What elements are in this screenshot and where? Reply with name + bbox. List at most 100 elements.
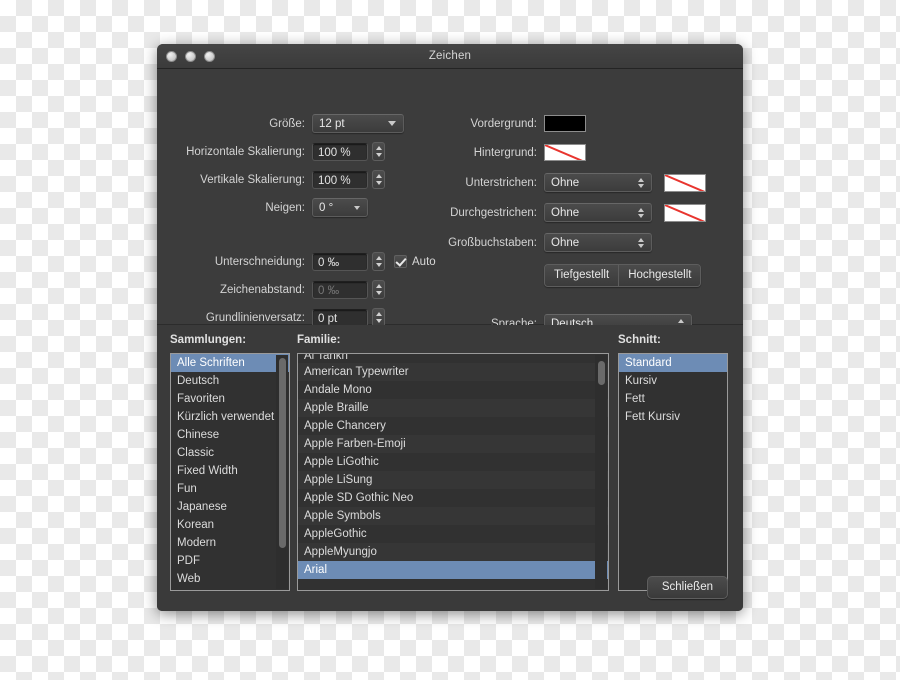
collections-list-item[interactable]: PDF <box>171 552 289 570</box>
typeface-list-item-label: Standard <box>625 357 672 369</box>
superscript-button[interactable]: Hochgestellt <box>618 265 701 286</box>
collections-list[interactable]: Alle Schriften Deutsch Favoriten Kürzlich v… <box>170 353 290 591</box>
family-list-item[interactable]: Apple LiSung <box>298 471 608 489</box>
collections-list-item-label: PDF <box>177 555 200 567</box>
kerning-auto-checkbox-group[interactable]: Auto <box>394 255 436 268</box>
font-browser-panel: Sammlungen: Familie: Schnitt: Alle Schri… <box>157 325 743 611</box>
field-row-tracking: Zeichenabstand: 0 ‰ <box>157 277 442 302</box>
family-list-item[interactable]: Apple Chancery <box>298 417 608 435</box>
typeface-list-item[interactable]: Fett <box>619 390 727 408</box>
stepper-up-icon <box>375 174 382 178</box>
family-list-item[interactable]: American Typewriter <box>298 363 608 381</box>
typeface-list-item-label: Fett Kursiv <box>625 411 680 423</box>
family-list-item-label: Apple SD Gothic Neo <box>304 492 414 504</box>
close-panel-button[interactable]: Schließen <box>646 576 728 599</box>
baseline-shift-input[interactable]: 0 pt <box>312 308 368 327</box>
chevron-updown-icon <box>638 237 644 248</box>
stepper-down-icon <box>375 319 382 323</box>
stepper-down-icon <box>375 181 382 185</box>
field-row-size: Größe: 12 pt <box>157 111 442 136</box>
collections-list-item[interactable]: Korean <box>171 516 289 534</box>
collections-list-item[interactable]: Japanese <box>171 498 289 516</box>
window-titlebar[interactable]: Zeichen <box>157 44 743 69</box>
label-vertical-scale: Vertikale Skalierung: <box>200 173 305 186</box>
underline-value: Ohne <box>551 176 580 189</box>
family-list-item[interactable]: Apple Farben-Emoji <box>298 435 608 453</box>
label-strikethrough: Durchgestrichen: <box>450 206 537 219</box>
collections-list-item[interactable]: Web <box>171 570 289 588</box>
underline-popup[interactable]: Ohne <box>544 173 652 192</box>
horizontal-scale-input[interactable]: 100 % <box>312 142 368 161</box>
family-list-item[interactable]: AppleGothic <box>298 525 608 543</box>
typeface-list-item[interactable]: Standard <box>619 354 727 372</box>
character-attributes-panel: Größe: 12 pt Horizontale Skalierung: 100… <box>157 69 743 333</box>
capitalization-popup[interactable]: Ohne <box>544 233 652 252</box>
collections-list-item[interactable]: Modern <box>171 534 289 552</box>
collections-list-item-label: Alle Schriften <box>177 357 245 369</box>
collections-list-item[interactable]: Deutsch <box>171 372 289 390</box>
collections-scrollbar[interactable] <box>276 355 288 589</box>
typeface-list[interactable]: Standard Kursiv Fett Fett Kursiv <box>618 353 728 591</box>
vertical-scale-input[interactable]: 100 % <box>312 170 368 189</box>
collections-list-item[interactable]: Chinese <box>171 426 289 444</box>
kerning-input[interactable]: 0 ‰ <box>312 252 368 271</box>
collections-list-item-label: Fixed Width <box>177 465 238 477</box>
family-list-item[interactable]: Apple SD Gothic Neo <box>298 489 608 507</box>
foreground-color-swatch[interactable] <box>544 115 586 132</box>
family-list-item[interactable]: Arial <box>298 561 608 579</box>
field-row-background: Hintergrund: <box>442 140 742 165</box>
collections-list-item[interactable]: Fixed Width <box>171 462 289 480</box>
family-list[interactable]: Al Tarikh American Typewriter Andale Mono A… <box>297 353 609 591</box>
tracking-input[interactable]: 0 ‰ <box>312 280 368 299</box>
background-color-swatch[interactable] <box>544 144 586 161</box>
family-scrollbar[interactable] <box>595 355 607 589</box>
kerning-auto-checkbox[interactable] <box>394 255 407 268</box>
family-list-item-label: AppleGothic <box>304 528 367 540</box>
strikethrough-popup[interactable]: Ohne <box>544 203 652 222</box>
strikethrough-value: Ohne <box>551 206 580 219</box>
zoom-button-icon[interactable] <box>204 50 215 62</box>
stepper-up-icon <box>375 146 382 150</box>
family-list-item[interactable]: Al Tarikh <box>298 354 608 363</box>
field-row-vertical-scale: Vertikale Skalierung: 100 % <box>157 167 442 192</box>
kerning-stepper[interactable] <box>372 252 385 271</box>
collections-list-item-label: Modern <box>177 537 216 549</box>
label-capitalization: Großbuchstaben: <box>448 236 537 249</box>
collections-list-item[interactable]: Fun <box>171 480 289 498</box>
family-list-item[interactable]: Andale Mono <box>298 381 608 399</box>
close-button-icon[interactable] <box>166 50 177 62</box>
tracking-stepper[interactable] <box>372 280 385 299</box>
capitalization-value: Ohne <box>551 236 580 249</box>
collections-list-item[interactable]: Favoriten <box>171 390 289 408</box>
collections-list-item[interactable]: Classic <box>171 444 289 462</box>
family-list-item-label: AppleMyungjo <box>304 546 377 558</box>
collections-list-item[interactable]: Kürzlich verwendet <box>171 408 289 426</box>
size-popup[interactable]: 12 pt <box>312 114 404 133</box>
family-list-item[interactable]: Apple Braille <box>298 399 608 417</box>
chevron-updown-icon <box>638 177 644 188</box>
strikethrough-color-swatch[interactable] <box>664 203 706 222</box>
subscript-button[interactable]: Tiefgestellt <box>545 265 619 286</box>
typeface-list-item[interactable]: Fett Kursiv <box>619 408 727 426</box>
label-foreground: Vordergrund: <box>470 117 538 130</box>
family-list-item[interactable]: Apple LiGothic <box>298 453 608 471</box>
collections-scrollbar-thumb[interactable] <box>278 358 286 548</box>
minimize-button-icon[interactable] <box>185 50 196 62</box>
family-scrollbar-thumb[interactable] <box>597 361 605 385</box>
slant-popup[interactable]: 0 ° <box>312 198 368 217</box>
family-list-item-label: American Typewriter <box>304 366 409 378</box>
chevron-down-icon <box>388 121 396 126</box>
family-list-item[interactable]: Apple Symbols <box>298 507 608 525</box>
collections-list-item-label: Favoriten <box>177 393 225 405</box>
vertical-scale-stepper[interactable] <box>372 170 385 189</box>
horizontal-scale-stepper[interactable] <box>372 142 385 161</box>
stepper-down-icon <box>375 263 382 267</box>
typeface-list-item[interactable]: Kursiv <box>619 372 727 390</box>
typeface-list-item-label: Kursiv <box>625 375 657 387</box>
baseline-segmented-control: Tiefgestellt Hochgestellt <box>544 264 702 287</box>
family-list-item[interactable]: AppleMyungjo <box>298 543 608 561</box>
collections-list-item[interactable]: Alle Schriften <box>171 354 289 372</box>
traffic-light-group <box>166 50 215 62</box>
underline-color-swatch[interactable] <box>664 173 706 192</box>
label-size: Größe: <box>269 117 305 130</box>
